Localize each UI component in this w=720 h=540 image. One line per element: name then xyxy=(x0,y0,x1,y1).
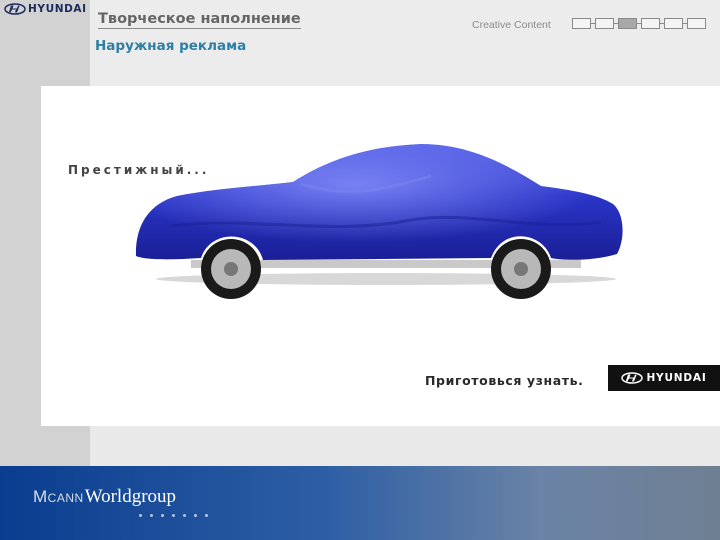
hyundai-emblem-icon xyxy=(4,3,26,15)
nav-step-5[interactable] xyxy=(664,18,687,29)
worldgroup-wordmark: Worldgroup xyxy=(84,486,177,507)
footer-dot xyxy=(194,514,197,517)
page-subtitle: Наружная реклама xyxy=(95,38,247,54)
ad-tagline: Приготовься узнать. xyxy=(425,373,584,388)
footer-dot xyxy=(172,514,175,517)
section-label: Creative Content xyxy=(472,19,551,31)
nav-step-6[interactable] xyxy=(687,18,706,29)
covered-car-image xyxy=(135,144,623,299)
nav-step-3[interactable] xyxy=(618,18,641,29)
mccann-wordmark: MCANN xyxy=(33,487,84,506)
progress-nav xyxy=(572,18,710,29)
brand-name: HYUNDAI xyxy=(28,3,87,15)
ad-brand-name: HYUNDAI xyxy=(646,372,707,384)
ad-brand-logo: HYUNDAI xyxy=(608,365,720,391)
footer-bar: MCANN Worldgroup xyxy=(0,466,720,540)
mccann-worldgroup-logo: MCANN Worldgroup xyxy=(33,486,176,508)
page-title: Творческое наполнение xyxy=(98,11,301,29)
footer-dot xyxy=(150,514,153,517)
footer-dot xyxy=(139,514,142,517)
footer-dot xyxy=(161,514,164,517)
hyundai-emblem-icon xyxy=(621,372,644,384)
footer-dot xyxy=(183,514,186,517)
nav-step-1[interactable] xyxy=(572,18,595,29)
billboard-ad: Престижный... Приготовься узнать. HYUNDA… xyxy=(41,86,720,426)
footer-dot xyxy=(205,514,208,517)
nav-step-2[interactable] xyxy=(595,18,618,29)
nav-step-4[interactable] xyxy=(641,18,664,29)
footer-dots xyxy=(139,514,216,517)
hyundai-logo: HYUNDAI xyxy=(4,2,90,16)
